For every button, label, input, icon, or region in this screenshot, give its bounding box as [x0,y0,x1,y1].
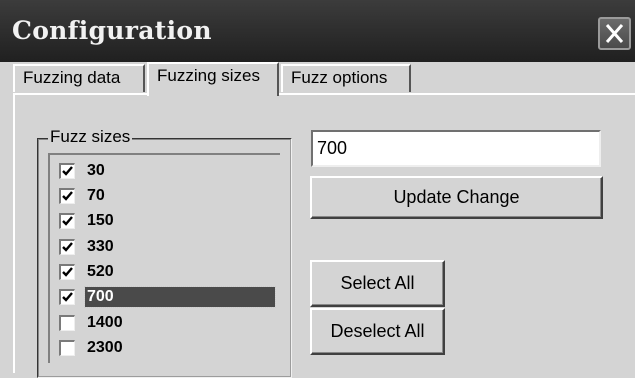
list-item[interactable]: 1400 [54,311,278,335]
tab-fuzzing-sizes[interactable]: Fuzzing sizes [147,62,279,96]
size-label: 2300 [87,339,123,356]
size-label: 330 [87,238,114,255]
tab-strip: Fuzzing data Fuzzing sizes Fuzz options [0,62,635,96]
close-icon [605,24,624,43]
tab-fuzz-options[interactable]: Fuzz options [281,64,411,92]
window-title: Configuration [12,16,212,45]
size-checkbox[interactable] [59,264,75,280]
size-checkbox[interactable] [59,340,75,356]
tab-fuzzing-data[interactable]: Fuzzing data [13,64,145,92]
checkmark-icon [62,242,73,252]
size-label: 1400 [87,314,123,331]
list-item[interactable]: 520 [54,260,278,284]
list-item[interactable]: 70 [54,184,278,208]
size-label: 150 [87,212,114,229]
list-item[interactable]: 150 [54,209,278,233]
fuzz-sizes-legend: Fuzz sizes [48,127,133,147]
select-all-button[interactable]: Select All [310,260,445,307]
size-value-input[interactable] [311,130,601,167]
size-checkbox[interactable] [59,163,75,179]
size-label: 30 [87,162,105,179]
update-change-button[interactable]: Update Change [310,176,603,219]
size-checkbox[interactable] [59,213,75,229]
list-item[interactable]: 330 [54,235,278,259]
close-button[interactable] [598,17,631,50]
size-checkbox[interactable] [59,315,75,331]
size-label: 70 [87,187,105,204]
list-item[interactable]: 2300 [54,336,278,360]
size-label: 700 [84,286,276,308]
title-bar: Configuration [0,0,635,62]
size-label: 520 [87,263,114,280]
size-checkbox[interactable] [59,239,75,255]
checkmark-icon [62,267,73,277]
fuzz-sizes-list[interactable]: 30 70 150 330 520 700 1400 2300 [48,153,280,363]
list-item[interactable]: 30 [54,159,278,183]
list-item[interactable]: 700 [54,285,278,309]
size-checkbox[interactable] [59,188,75,204]
checkmark-icon [62,191,73,201]
checkmark-icon [62,216,73,226]
size-checkbox[interactable] [59,289,75,305]
checkmark-icon [62,292,73,302]
deselect-all-button[interactable]: Deselect All [310,308,445,355]
checkmark-icon [62,166,73,176]
